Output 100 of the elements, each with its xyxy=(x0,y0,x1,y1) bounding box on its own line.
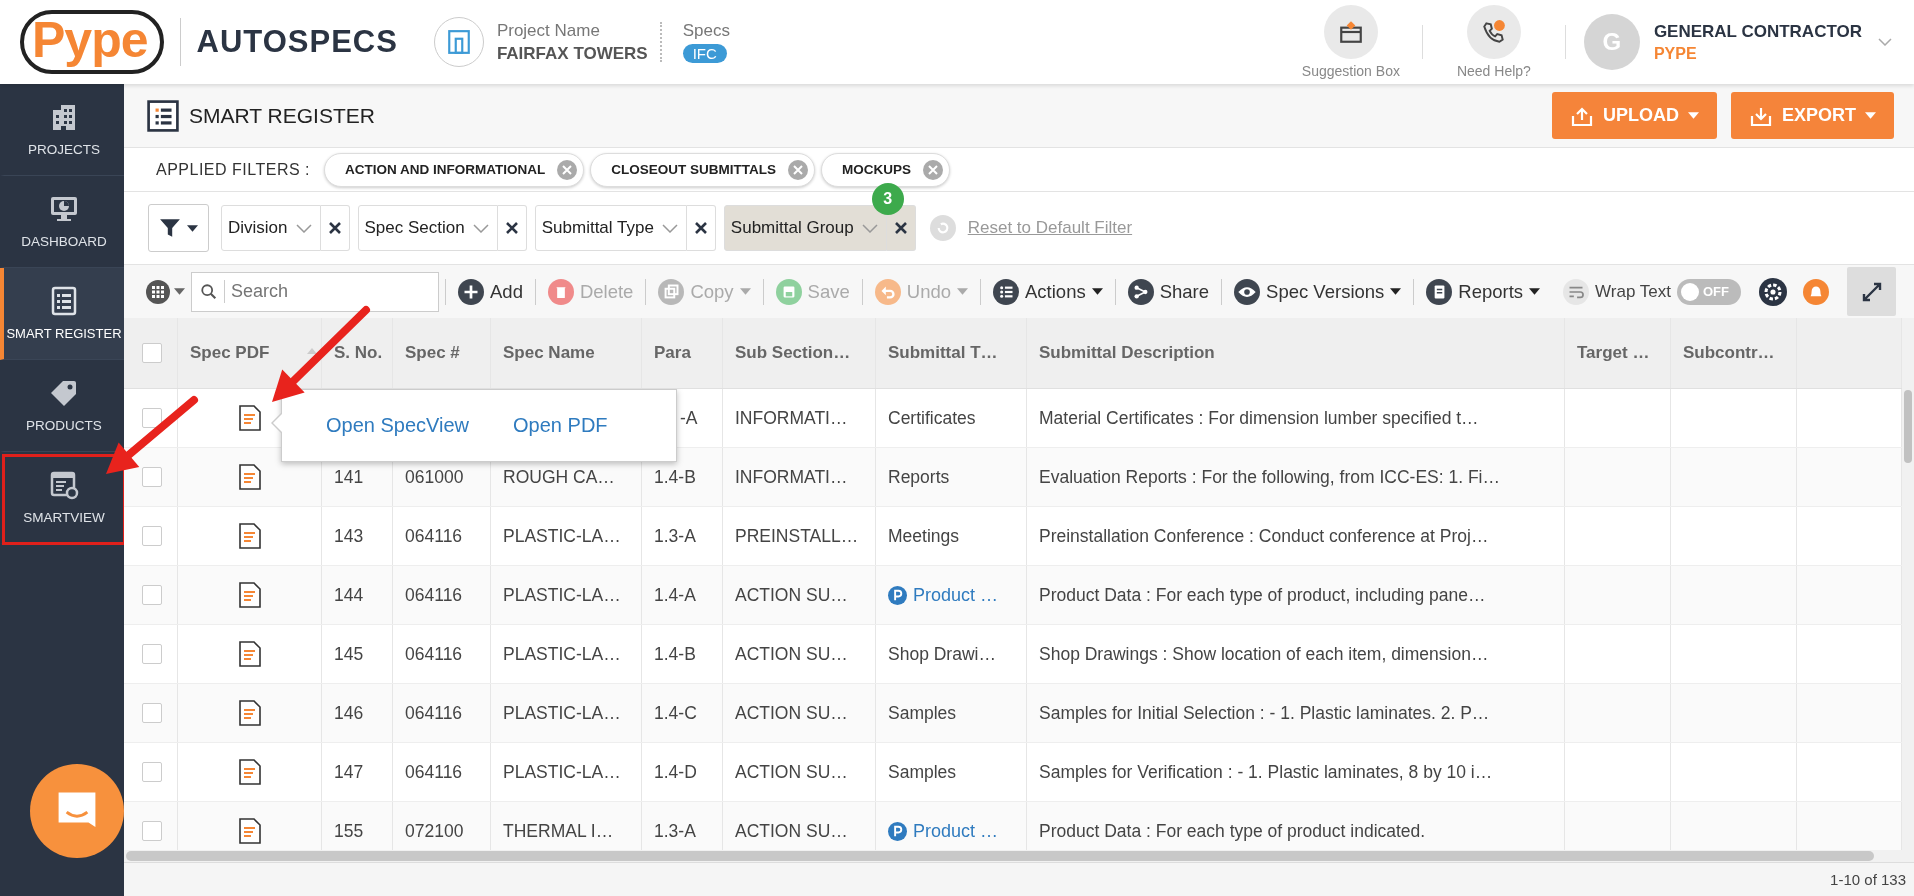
chevron-down-icon xyxy=(295,223,312,233)
product-link[interactable]: Product … xyxy=(913,820,999,842)
filter-chip[interactable]: MOCKUPS xyxy=(821,152,951,187)
checkbox[interactable] xyxy=(141,585,162,605)
clear-button[interactable] xyxy=(686,205,716,251)
checkbox[interactable] xyxy=(141,343,162,363)
column-header[interactable]: Sub Section… xyxy=(723,318,876,388)
undo-icon xyxy=(874,278,901,305)
checkbox[interactable] xyxy=(141,762,162,782)
table-cell: Evaluation Reports : For the following, from ICC-ES: 1. Fi… xyxy=(1027,448,1565,506)
menu-link[interactable]: Open SpecView xyxy=(326,414,470,437)
toolbar-button[interactable]: Add xyxy=(452,273,529,310)
table-cell: 146 xyxy=(322,684,393,742)
user-name: GENERAL CONTRACTOR xyxy=(1653,21,1862,42)
table-cell: ACTION SU… xyxy=(723,743,876,801)
project-label: Project Name xyxy=(496,20,601,41)
filter-menu-button[interactable] xyxy=(148,204,209,252)
table-cell: 1.4-B xyxy=(642,625,723,683)
close-icon xyxy=(694,222,707,234)
caret-icon xyxy=(1529,288,1541,295)
column-header[interactable]: Subcontr… xyxy=(1671,318,1797,388)
filter-chip[interactable]: ACTION AND INFORMATIONAL xyxy=(324,152,585,187)
column-header[interactable]: Spec # xyxy=(393,318,491,388)
table-cell: PLASTIC-LA… xyxy=(491,566,642,624)
checkbox[interactable] xyxy=(141,703,162,723)
checkbox[interactable] xyxy=(141,467,162,487)
column-header[interactable]: Para xyxy=(642,318,723,388)
caret-icon xyxy=(957,288,968,295)
table-cell: Preinstallation Conference : Conduct conference at Proj… xyxy=(1027,507,1565,565)
toolbar-button[interactable]: Share xyxy=(1121,273,1216,310)
upload-button[interactable]: UPLOAD xyxy=(1552,92,1717,139)
menu-link[interactable]: Open PDF xyxy=(513,414,608,437)
settings-icon[interactable] xyxy=(1759,277,1787,306)
table-cell: 144 xyxy=(322,566,393,624)
filter-dropdown[interactable]: Submittal Type xyxy=(534,205,687,251)
filter-dropdown[interactable]: Spec Section xyxy=(357,205,498,251)
checkbox[interactable] xyxy=(141,408,162,428)
sort-icon xyxy=(307,348,317,354)
table-cell: Samples xyxy=(876,743,1027,801)
product-name: AUTOSPECS xyxy=(196,24,398,60)
caret-icon xyxy=(1688,112,1699,119)
monitor-icon xyxy=(49,194,79,224)
checkbox[interactable] xyxy=(141,526,162,546)
table-cell: ACTION SU… xyxy=(723,566,876,624)
filters-label: APPLIED FILTERS : xyxy=(156,160,311,179)
search-field[interactable]: Search xyxy=(191,271,439,312)
specs-badge[interactable]: IFC xyxy=(682,44,727,63)
header-action[interactable]: Suggestion Box xyxy=(1285,5,1416,79)
product-icon xyxy=(888,585,907,605)
column-menu-button[interactable] xyxy=(146,279,185,304)
table-cell: PLASTIC-LA… xyxy=(491,625,642,683)
clear-button[interactable] xyxy=(320,205,350,251)
document-icon[interactable] xyxy=(238,523,261,549)
filter-dropdown[interactable]: Submittal Group xyxy=(723,205,887,251)
column-header[interactable]: Submittal T… xyxy=(876,318,1027,388)
horizontal-scrollbar[interactable] xyxy=(124,850,1914,862)
document-icon[interactable] xyxy=(238,405,261,431)
table-cell: 064116 xyxy=(393,743,491,801)
filter-dropdown[interactable]: Division xyxy=(221,205,321,251)
toolbar-button[interactable]: Reports xyxy=(1420,273,1547,310)
sidebar-item[interactable]: SMART REGISTER xyxy=(0,268,124,360)
document-icon[interactable] xyxy=(238,464,261,490)
ballot-box-icon xyxy=(1337,19,1364,45)
document-icon[interactable] xyxy=(238,641,261,667)
table-cell: Samples xyxy=(876,684,1027,742)
document-icon[interactable] xyxy=(238,700,261,726)
table-cell: PLASTIC-LA… xyxy=(491,684,642,742)
table-cell: 147 xyxy=(322,743,393,801)
table-cell: Samples for Initial Selection : - 1. Plastic laminates. 2. P… xyxy=(1027,684,1565,742)
checkbox[interactable] xyxy=(141,821,162,841)
search-input[interactable]: Search xyxy=(224,280,430,303)
header-action[interactable]: Need Help? xyxy=(1428,5,1559,79)
toolbar-button[interactable]: Spec Versions xyxy=(1228,273,1408,310)
column-header[interactable]: Target … xyxy=(1565,318,1671,388)
list-gear-icon xyxy=(49,470,79,500)
export-button[interactable]: EXPORT xyxy=(1731,92,1894,139)
table-cell: PREINSTALL… xyxy=(723,507,876,565)
vertical-scrollbar[interactable] xyxy=(1902,318,1914,850)
column-header[interactable]: Spec Name xyxy=(491,318,642,388)
tag-icon xyxy=(49,378,79,408)
table-cell: 145 xyxy=(322,625,393,683)
filter-chip[interactable]: CLOSEOUT SUBMITTALS xyxy=(590,152,815,187)
document-icon[interactable] xyxy=(238,818,261,844)
toolbar-button[interactable]: Actions xyxy=(987,273,1109,310)
checkbox[interactable] xyxy=(141,644,162,664)
document-icon[interactable] xyxy=(238,759,261,785)
floppy-disk-icon xyxy=(775,278,802,305)
column-header[interactable]: S. No. xyxy=(322,318,393,388)
document-icon[interactable] xyxy=(238,582,261,608)
document-icon xyxy=(1426,278,1453,305)
trash-icon xyxy=(547,278,574,305)
product-link[interactable]: Product … xyxy=(913,584,999,606)
table-cell: Reports xyxy=(876,448,1027,506)
reset-filter-link[interactable]: Reset to Default Filter xyxy=(967,218,1133,238)
clear-button[interactable] xyxy=(497,205,527,251)
expand-button[interactable] xyxy=(1847,267,1896,316)
specs-label: Specs xyxy=(682,21,730,41)
table-cell: INFORMATI… xyxy=(723,389,876,447)
caret-icon xyxy=(1865,112,1876,119)
column-header[interactable]: Submittal Description xyxy=(1027,318,1565,388)
